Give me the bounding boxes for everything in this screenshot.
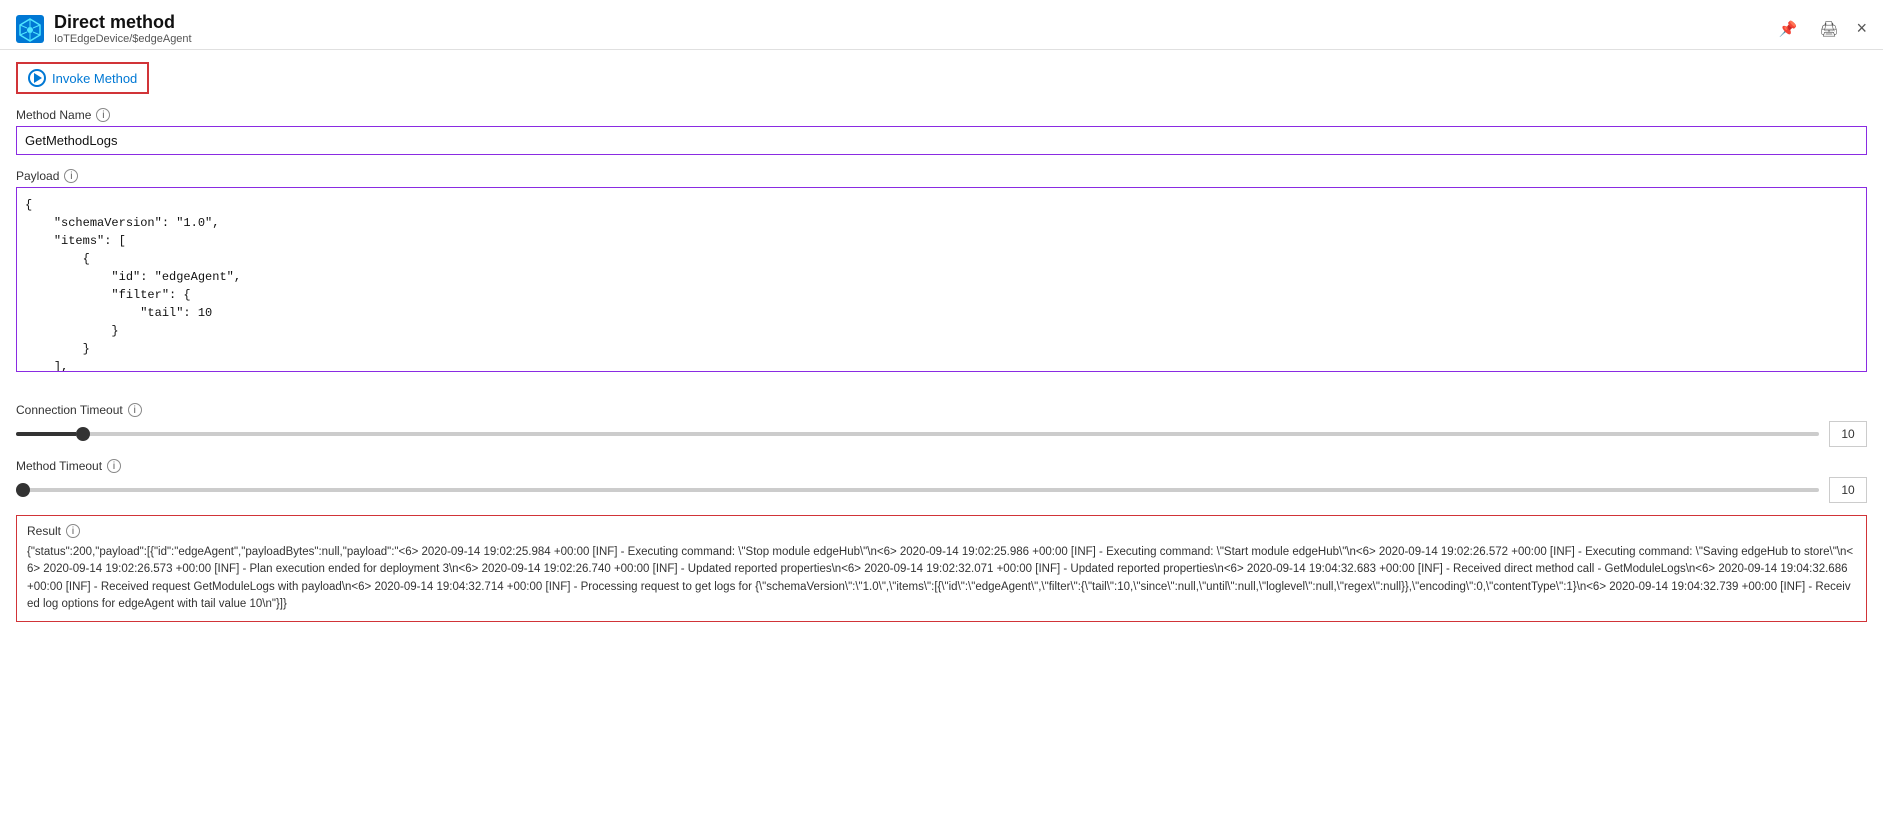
play-triangle — [34, 73, 42, 83]
result-section: Result i {"status":200,"payload":[{"id":… — [16, 515, 1867, 622]
method-timeout-value: 10 — [1829, 477, 1867, 503]
connection-timeout-section: Connection Timeout i 10 — [16, 403, 1867, 447]
print-button[interactable]: 🖨 — [1815, 18, 1842, 40]
result-info-icon[interactable]: i — [66, 524, 80, 538]
method-name-input[interactable] — [16, 126, 1867, 155]
method-timeout-slider-row: 10 — [16, 477, 1867, 503]
result-label: Result i — [27, 524, 1856, 538]
azure-iot-logo — [16, 15, 44, 43]
method-name-label: Method Name i — [16, 108, 1867, 122]
pin-button[interactable]: 📌 — [1775, 18, 1802, 40]
connection-timeout-info-icon[interactable]: i — [128, 403, 142, 417]
panel-title: Direct method — [54, 12, 192, 33]
play-icon — [28, 69, 46, 87]
method-timeout-slider[interactable] — [16, 488, 1819, 492]
panel-subtitle: IoTEdgeDevice/$edgeAgent — [54, 33, 192, 45]
panel-header-icons: 📌 🖨 × — [1775, 18, 1867, 40]
payload-label: Payload i — [16, 169, 1867, 183]
invoke-method-button[interactable]: Invoke Method — [16, 62, 149, 94]
connection-timeout-label: Connection Timeout i — [16, 403, 1867, 417]
connection-timeout-value: 10 — [1829, 421, 1867, 447]
panel-title-text: Direct method IoTEdgeDevice/$edgeAgent — [54, 12, 192, 45]
connection-timeout-slider-row: 10 — [16, 421, 1867, 447]
connection-timeout-slider[interactable] — [16, 432, 1819, 436]
print-icon: 🖨 — [1819, 20, 1838, 38]
method-name-info-icon[interactable]: i — [96, 108, 110, 122]
method-timeout-label: Method Timeout i — [16, 459, 1867, 473]
payload-wrapper — [16, 187, 1867, 389]
invoke-method-label: Invoke Method — [52, 71, 137, 86]
panel-content: Invoke Method Method Name i Payload i Co… — [0, 50, 1883, 638]
direct-method-panel: Direct method IoTEdgeDevice/$edgeAgent 📌… — [0, 0, 1883, 823]
panel-header: Direct method IoTEdgeDevice/$edgeAgent 📌… — [0, 0, 1883, 50]
close-button[interactable]: × — [1856, 18, 1867, 39]
payload-textarea[interactable] — [16, 187, 1867, 372]
panel-title-area: Direct method IoTEdgeDevice/$edgeAgent — [16, 12, 192, 45]
method-timeout-info-icon[interactable]: i — [107, 459, 121, 473]
payload-info-icon[interactable]: i — [64, 169, 78, 183]
method-timeout-section: Method Timeout i 10 — [16, 459, 1867, 503]
result-text: {"status":200,"payload":[{"id":"edgeAgen… — [27, 544, 1856, 613]
pin-icon: 📌 — [1779, 20, 1798, 38]
